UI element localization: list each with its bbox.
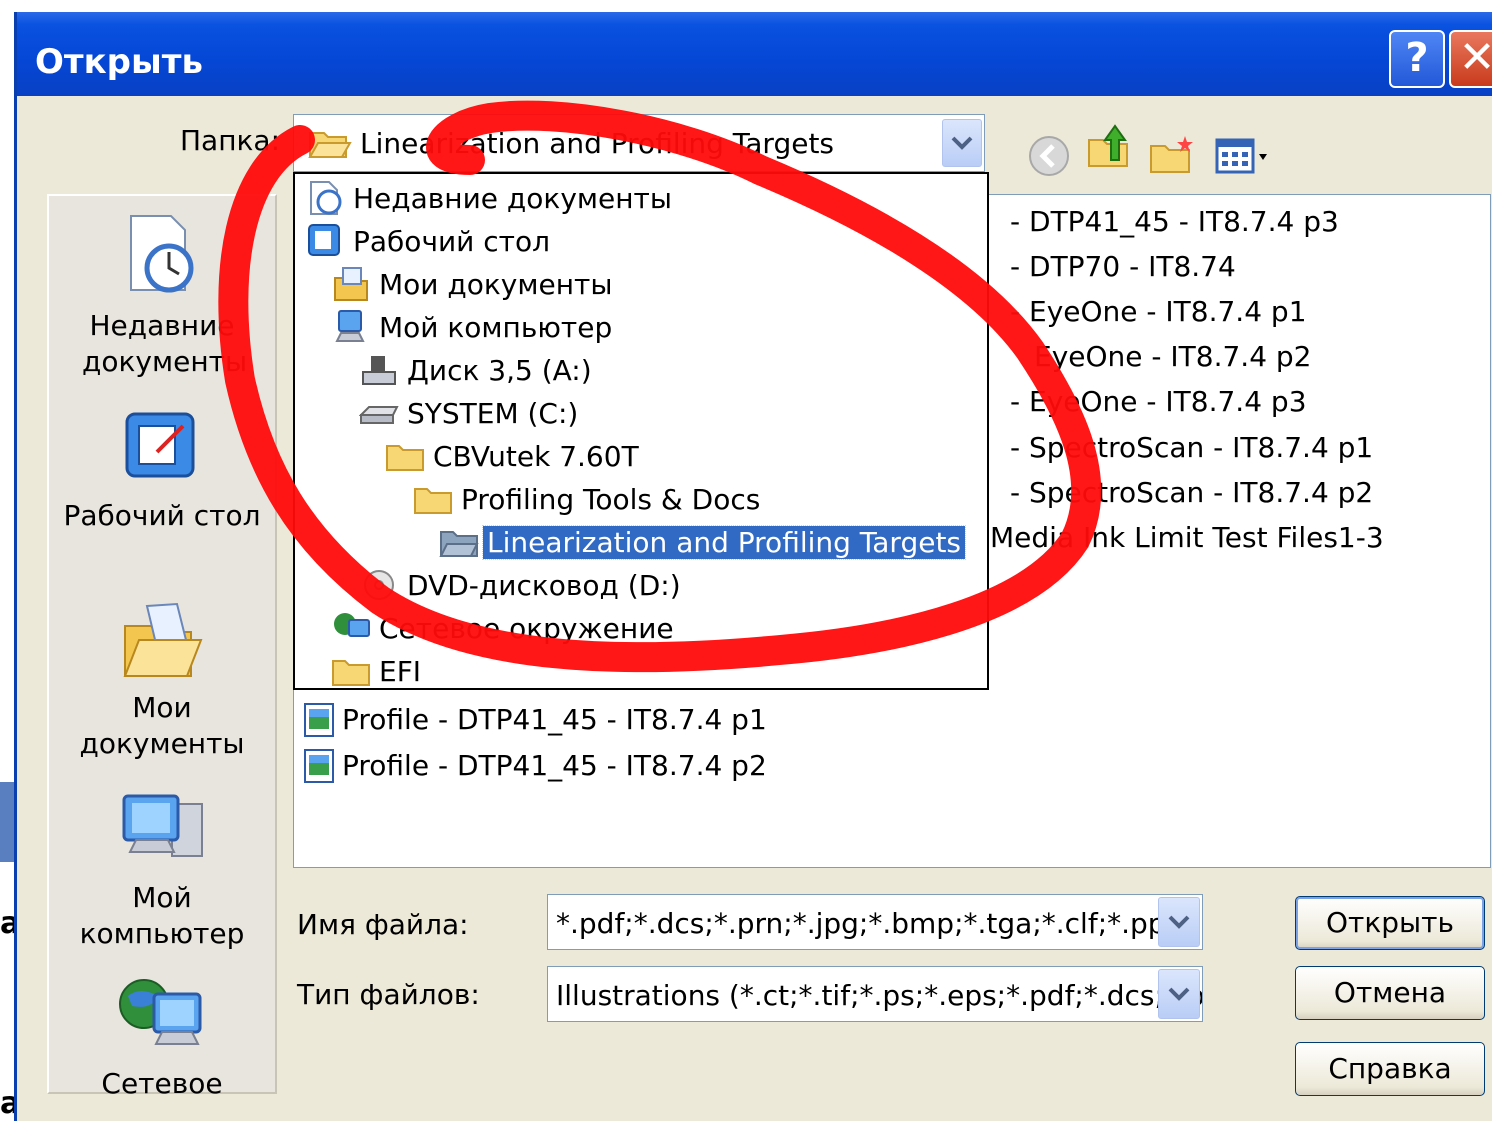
place-my-documents[interactable]: Мои документы — [49, 596, 275, 762]
folder-icon — [414, 488, 452, 514]
up-folder-icon[interactable] — [1085, 122, 1133, 170]
list-item[interactable]: - EyeOne - IT8.7.4 p1 — [1010, 295, 1307, 328]
my-documents-icon — [334, 267, 368, 301]
window-title: Открыть — [35, 42, 203, 82]
list-item[interactable]: - DTP70 - IT8.74 — [1010, 250, 1236, 283]
close-button[interactable]: ✕ — [1449, 30, 1492, 88]
back-icon[interactable] — [1025, 132, 1073, 180]
dvd-drive-icon — [364, 570, 394, 600]
hard-drive-icon — [359, 406, 399, 424]
dropdown-item-label: Мои документы — [379, 268, 613, 301]
place-label: Рабочий стол — [63, 499, 261, 532]
dropdown-item-label: Недавние документы — [353, 182, 672, 215]
open-folder-icon — [439, 531, 479, 557]
network-icon — [334, 613, 370, 637]
recent-documents-icon — [130, 215, 194, 293]
my-documents-icon — [123, 602, 203, 677]
help-title-button[interactable]: ? — [1389, 30, 1445, 88]
place-desktop[interactable]: Рабочий стол — [49, 408, 275, 534]
dropdown-item-label: DVD-дисковод (D:) — [407, 569, 681, 602]
folder-icon — [332, 660, 370, 686]
dropdown-item-label: Linearization and Profiling Targets — [481, 525, 967, 560]
image-file-icon — [304, 703, 334, 737]
place-label: Недавние документы — [82, 309, 248, 378]
filename-value[interactable]: *.pdf;*.dcs;*.prn;*.jpg;*.bmp;*.tga;*.cl… — [556, 907, 1202, 940]
place-label: Сетевое — [101, 1067, 223, 1100]
network-icon — [119, 979, 202, 1045]
help-button[interactable]: Справка — [1295, 1042, 1485, 1096]
list-item[interactable]: - EyeOne - IT8.7.4 p3 — [1010, 385, 1307, 418]
list-item[interactable]: EyeOne - IT8.7.4 p2 — [1034, 340, 1312, 373]
filetype-value: Illustrations (*.ct;*.tif;*.ps;*.eps;*.p… — [556, 979, 1203, 1012]
filetype-label: Тип файлов: — [297, 978, 480, 1011]
dropdown-item-label: CBVutek 7.60T — [433, 440, 639, 473]
open-button[interactable]: Открыть — [1295, 896, 1485, 950]
chevron-down-icon[interactable] — [942, 119, 982, 167]
place-label: Мои документы — [79, 691, 245, 760]
place-my-computer[interactable]: Мой компьютер — [49, 790, 275, 952]
folder-icon — [386, 445, 424, 471]
view-menu-icon[interactable] — [1213, 132, 1277, 180]
list-item[interactable]: - SpectroScan - IT8.7.4 p2 — [1010, 476, 1373, 509]
cancel-button[interactable]: Отмена — [1295, 966, 1485, 1020]
dropdown-item-label: Сетевое окружение — [379, 612, 674, 645]
dropdown-item-label: Диск 3,5 (A:) — [407, 354, 592, 387]
chevron-down-icon[interactable] — [1158, 969, 1200, 1019]
background-window-element — [0, 782, 14, 862]
place-recent-documents[interactable]: Недавние документы — [49, 212, 275, 380]
my-computer-icon — [122, 794, 203, 857]
desktop-icon — [308, 224, 340, 256]
folder-label: Папка: — [180, 124, 281, 157]
dropdown-item-label: Мой компьютер — [379, 311, 613, 344]
list-item[interactable]: Profile - DTP41_45 - IT8.7.4 p2 — [342, 749, 767, 782]
list-item[interactable]: Media Ink Limit Test Files1-3 — [990, 521, 1384, 554]
folder-dropdown-list[interactable]: Недавние документы Рабочий стол Мои доку… — [293, 172, 989, 690]
current-folder-name: Linearization and Profiling Targets — [360, 127, 835, 160]
dropdown-item-label: EFI — [379, 655, 422, 688]
places-bar: Недавние документы Рабочий стол Мои доку… — [47, 194, 277, 1100]
title-bar: Открыть ? ✕ — [17, 12, 1492, 96]
filename-label: Имя файла: — [297, 908, 469, 941]
filename-combobox[interactable]: *.pdf;*.dcs;*.prn;*.jpg;*.bmp;*.tga;*.cl… — [547, 894, 1203, 950]
recent-documents-icon — [310, 181, 342, 215]
dropdown-item-label: Profiling Tools & Docs — [461, 483, 761, 516]
new-folder-icon[interactable] — [1149, 132, 1197, 180]
desktop-icon — [125, 412, 195, 478]
floppy-drive-icon — [362, 356, 396, 385]
place-network[interactable]: Сетевое — [49, 974, 275, 1102]
dropdown-item-label: Рабочий стол — [353, 225, 551, 258]
filetype-combobox[interactable]: Illustrations (*.ct;*.tif;*.ps;*.eps;*.p… — [547, 966, 1203, 1022]
folder-combobox[interactable]: Linearization and Profiling Targets — [293, 114, 985, 172]
open-file-dialog: Открыть ? ✕ Папка: Linearization and Pro… — [14, 12, 1492, 1121]
my-computer-icon — [335, 310, 365, 342]
open-folder-icon — [308, 132, 352, 158]
list-item[interactable]: Profile - DTP41_45 - IT8.7.4 p1 — [342, 703, 767, 736]
image-file-icon — [304, 749, 334, 783]
list-item[interactable]: - DTP41_45 - IT8.7.4 p3 — [1010, 205, 1339, 238]
dropdown-item-label: SYSTEM (C:) — [407, 397, 579, 430]
place-label: Мой компьютер — [79, 881, 245, 950]
chevron-down-icon[interactable] — [1158, 897, 1200, 947]
list-item[interactable]: - SpectroScan - IT8.7.4 p1 — [1010, 431, 1373, 464]
